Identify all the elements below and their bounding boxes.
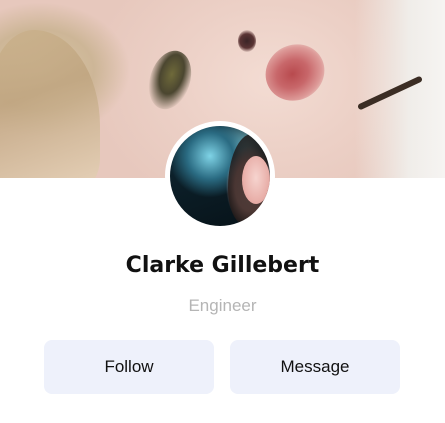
cover-lips bbox=[255, 33, 335, 112]
profile-card: Clarke Gillebert Engineer Follow Message bbox=[0, 0, 445, 423]
follow-button[interactable]: Follow bbox=[44, 340, 214, 394]
avatar-face bbox=[242, 156, 270, 204]
message-button[interactable]: Message bbox=[230, 340, 400, 394]
profile-role: Engineer bbox=[188, 296, 257, 315]
avatar[interactable] bbox=[165, 121, 275, 231]
profile-name: Clarke Gillebert bbox=[125, 253, 320, 278]
cover-hair bbox=[0, 30, 100, 178]
cover-nose bbox=[238, 30, 256, 52]
cover-eye bbox=[141, 45, 199, 115]
